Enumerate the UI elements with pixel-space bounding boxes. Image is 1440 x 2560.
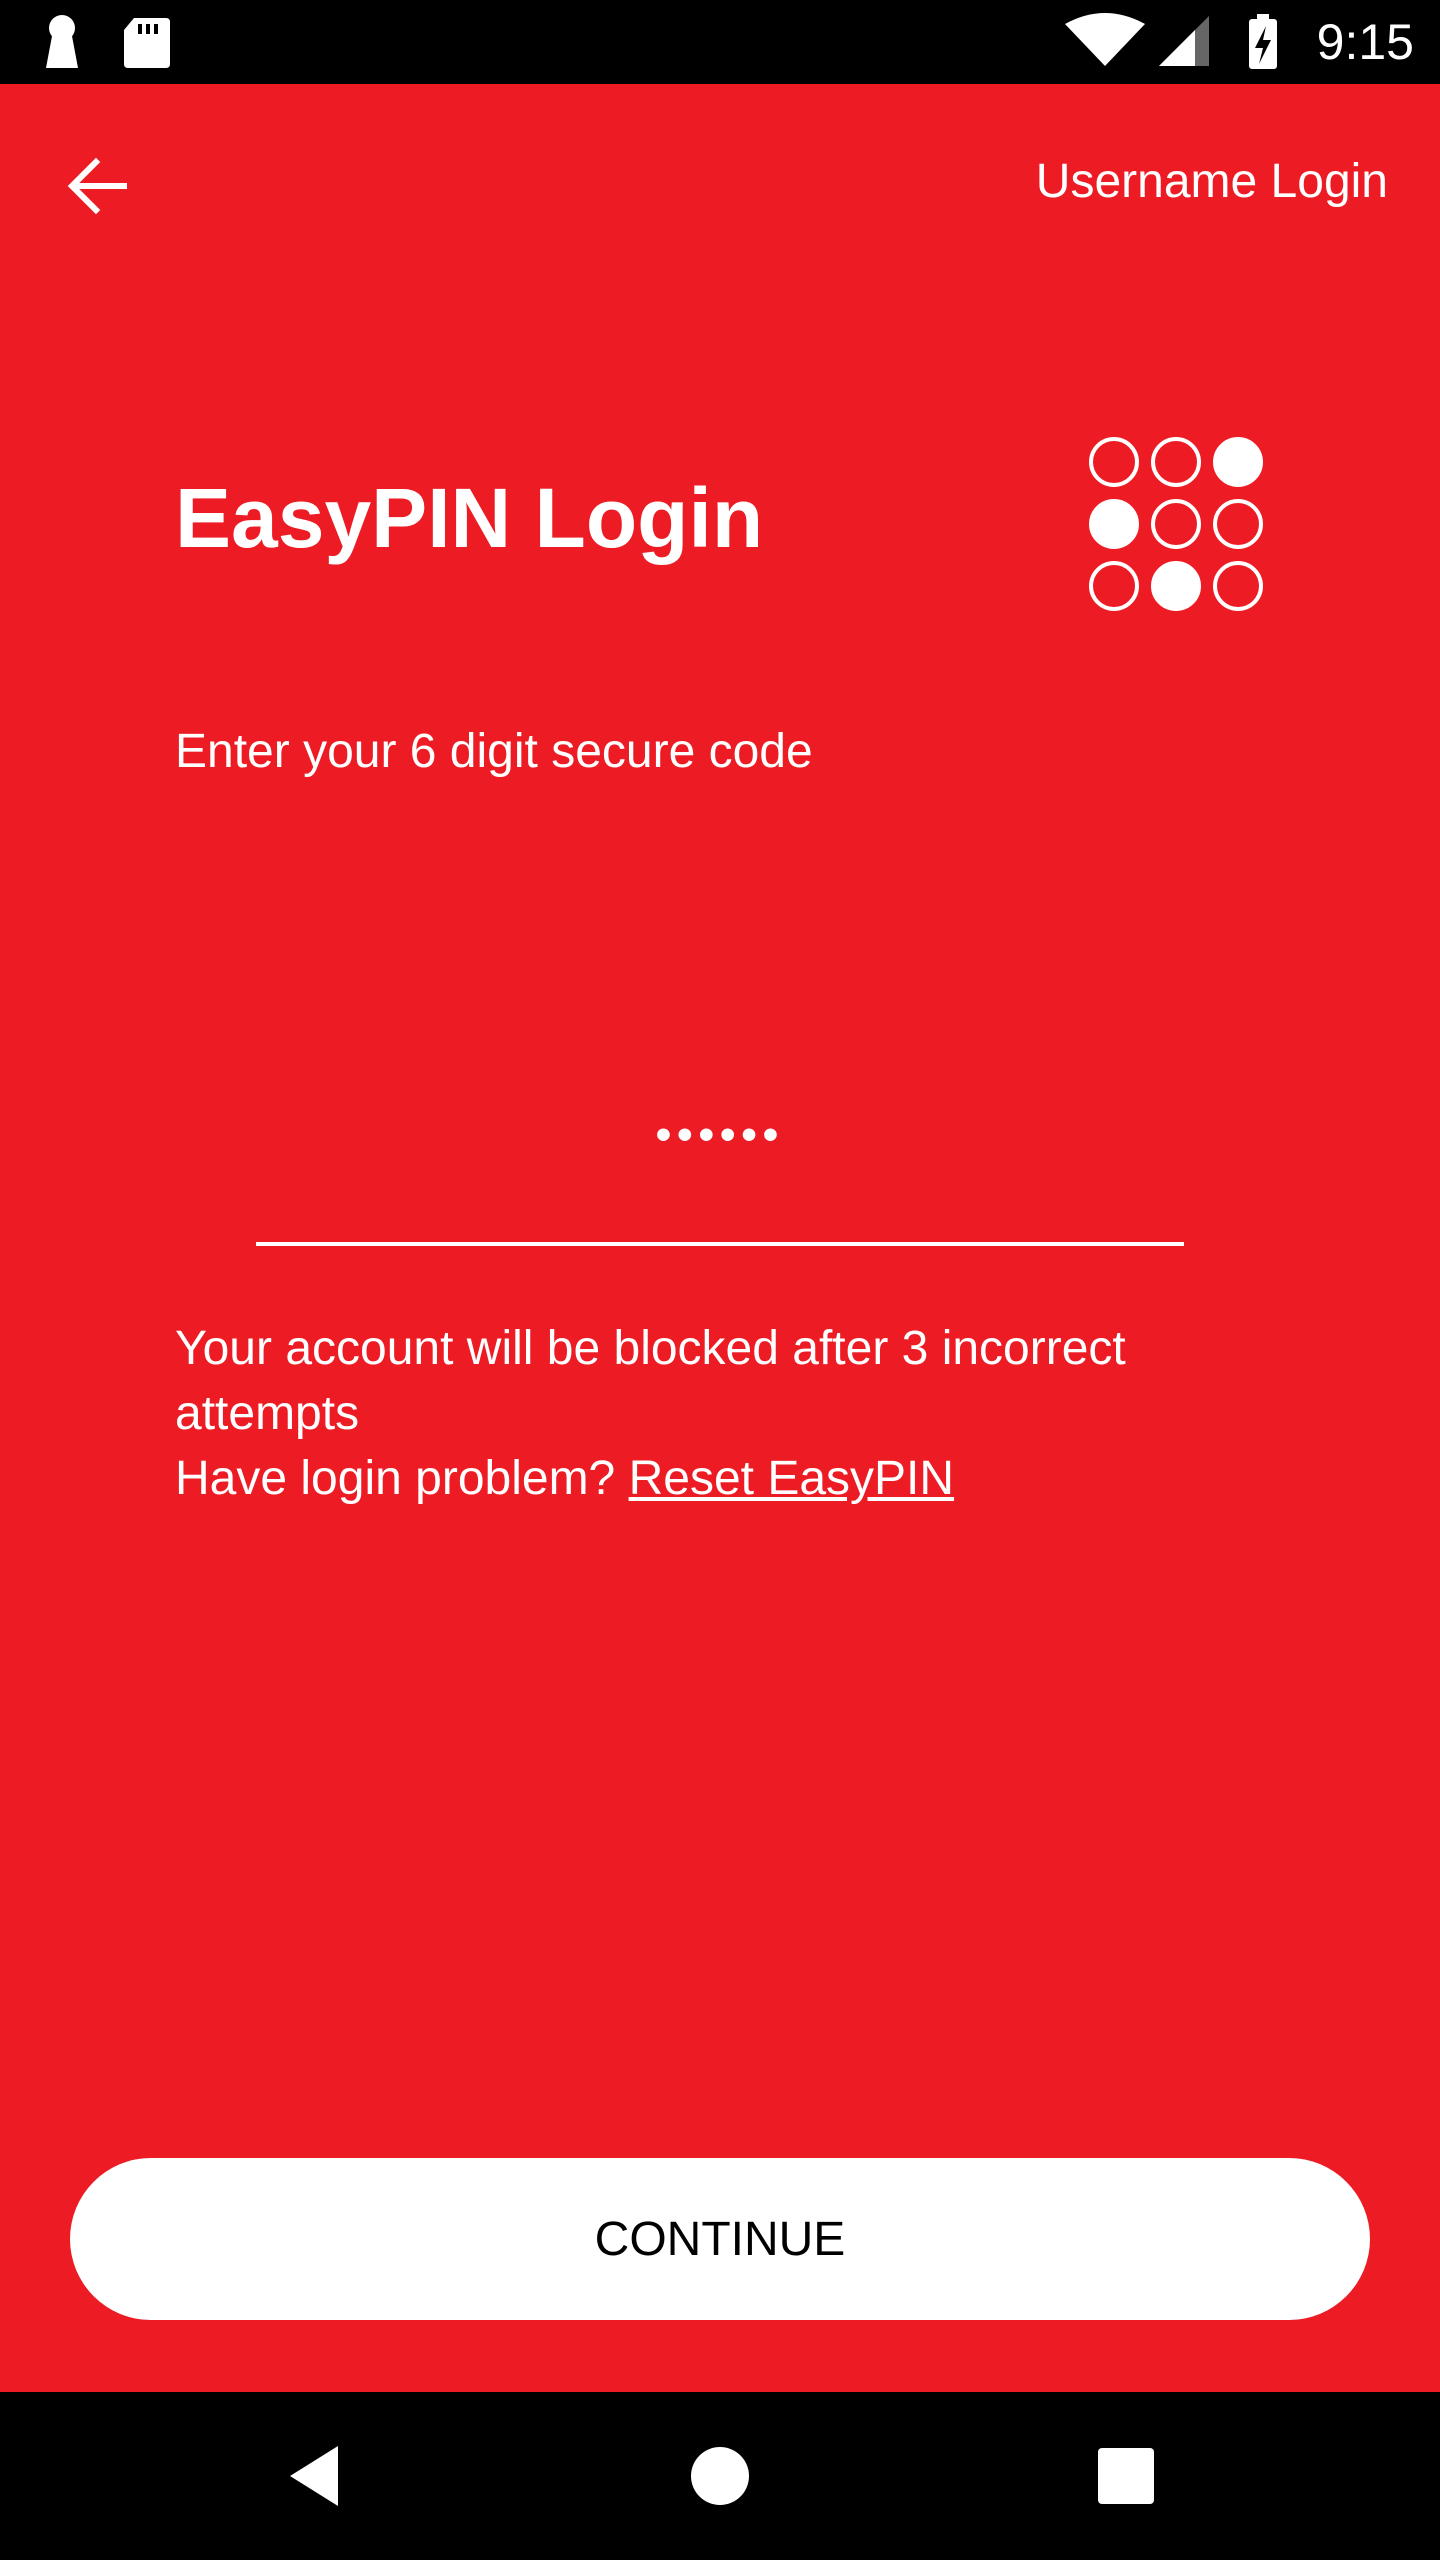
continue-button[interactable]: CONTINUE <box>70 2158 1370 2320</box>
nav-home-icon <box>691 2447 749 2505</box>
top-bar: Username Login <box>0 84 1440 284</box>
warning-message: Your account will be blocked after 3 inc… <box>175 1316 1275 1511</box>
pin-input[interactable]: •••••• <box>256 1080 1184 1246</box>
back-button[interactable] <box>58 146 138 226</box>
pin-input-value: •••••• <box>655 1110 785 1159</box>
page-title: EasyPIN Login <box>175 471 764 565</box>
nav-back-icon <box>290 2446 338 2506</box>
login-problem-text: Have login problem? <box>175 1452 616 1505</box>
wifi-icon <box>1064 13 1145 66</box>
status-right-icons: 9:15 <box>1059 10 1414 74</box>
nav-home-button[interactable] <box>680 2436 760 2516</box>
sd-card-icon <box>124 18 170 68</box>
battery-charging-icon <box>1248 14 1277 69</box>
nav-back-button[interactable] <box>276 2436 356 2516</box>
nav-recents-button[interactable] <box>1086 2436 1166 2516</box>
keyhole-icon <box>46 15 78 68</box>
arrow-left-icon <box>67 157 127 215</box>
pin-grid-icon <box>1086 434 1266 619</box>
attempts-warning: Your account will be blocked after 3 inc… <box>175 1322 1126 1440</box>
status-left-icons <box>42 14 192 75</box>
username-login-link[interactable]: Username Login <box>1036 154 1388 209</box>
reset-easypin-link[interactable]: Reset EasyPIN <box>629 1452 954 1505</box>
status-bar: 9:15 <box>0 0 1440 84</box>
status-time: 9:15 <box>1316 14 1414 70</box>
pin-instruction: Enter your 6 digit secure code <box>175 725 813 778</box>
login-problem-line: Have login problem? Reset EasyPIN <box>175 1446 1275 1511</box>
signal-icon <box>1158 16 1209 66</box>
nav-recents-icon <box>1098 2448 1154 2504</box>
navigation-bar <box>0 2392 1440 2560</box>
